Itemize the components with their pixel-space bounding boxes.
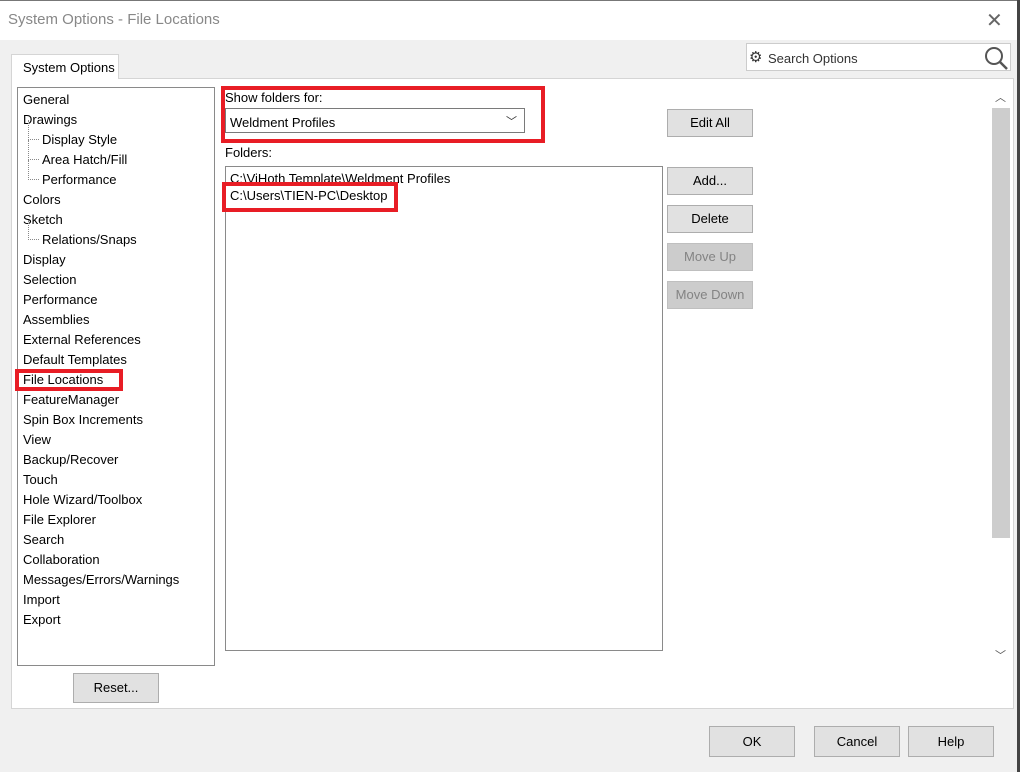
tree-item-import[interactable]: Import — [23, 592, 60, 607]
tree-item-colors[interactable]: Colors — [23, 192, 61, 207]
tree-item-display-style[interactable]: Display Style — [27, 120, 117, 147]
folders-list[interactable]: C:\ViHoth Template\Weldment Profiles C:\… — [225, 166, 663, 651]
window-title: System Options - File Locations — [8, 11, 220, 28]
scroll-down-icon[interactable]: ﹀ — [995, 647, 1006, 663]
show-folders-label: Show folders for: — [225, 90, 323, 105]
tree-item-display[interactable]: Display — [23, 252, 66, 267]
chevron-down-icon: ﹀ — [506, 116, 517, 128]
tree-item-backup-recover[interactable]: Backup/Recover — [23, 452, 118, 467]
gear-icon: ⚙ — [749, 49, 763, 66]
close-icon[interactable]: ✕ — [986, 8, 1003, 33]
cancel-button[interactable]: Cancel — [814, 726, 900, 757]
show-folders-value: Weldment Profiles — [230, 115, 336, 130]
tree-item-file-locations[interactable]: File Locations — [23, 372, 103, 387]
add-button[interactable]: Add... — [667, 167, 753, 195]
search-placeholder: Search Options — [768, 51, 858, 66]
tree-item-featuremanager[interactable]: FeatureManager — [23, 392, 119, 407]
folder-item[interactable]: C:\Users\TIEN-PC\Desktop — [230, 188, 387, 203]
tree-item-search[interactable]: Search — [23, 532, 64, 547]
tree-item-selection[interactable]: Selection — [23, 272, 76, 287]
vertical-scrollbar[interactable]: ︿ ﹀ — [992, 87, 1010, 666]
tree-item-export[interactable]: Export — [23, 612, 61, 627]
tree-item-hole-wizard[interactable]: Hole Wizard/Toolbox — [23, 492, 142, 507]
folders-label: Folders: — [225, 145, 272, 160]
reset-button[interactable]: Reset... — [73, 673, 159, 703]
delete-button[interactable]: Delete — [667, 205, 753, 233]
move-up-button[interactable]: Move Up — [667, 243, 753, 271]
show-folders-dropdown[interactable]: Weldment Profiles ﹀ — [225, 108, 525, 133]
tree-item-drawings-performance[interactable]: Performance — [27, 160, 116, 187]
ok-button[interactable]: OK — [709, 726, 795, 757]
tree-item-view[interactable]: View — [23, 432, 51, 447]
tree-item-collaboration[interactable]: Collaboration — [23, 552, 100, 567]
tree-item-touch[interactable]: Touch — [23, 472, 58, 487]
search-icon[interactable] — [983, 44, 1009, 70]
edit-all-button[interactable]: Edit All — [667, 109, 753, 137]
move-down-button[interactable]: Move Down — [667, 281, 753, 309]
tree-item-performance[interactable]: Performance — [23, 292, 97, 307]
search-options-input[interactable]: ⚙ Search Options — [746, 43, 1011, 71]
tree-item-area-hatch[interactable]: Area Hatch/Fill — [27, 140, 127, 167]
help-button[interactable]: Help — [908, 726, 994, 757]
tab-system-options[interactable]: System Options — [11, 54, 119, 79]
tree-item-file-explorer[interactable]: File Explorer — [23, 512, 96, 527]
scroll-up-icon[interactable]: ︿ — [995, 89, 1006, 105]
tree-item-general[interactable]: General — [23, 92, 69, 107]
options-tree: General Drawings Display Style Area Hatc… — [17, 87, 215, 666]
tree-item-messages[interactable]: Messages/Errors/Warnings — [23, 572, 179, 587]
scroll-thumb[interactable] — [992, 108, 1010, 538]
tree-item-external-references[interactable]: External References — [23, 332, 141, 347]
tree-item-default-templates[interactable]: Default Templates — [23, 352, 127, 367]
folder-item[interactable]: C:\ViHoth Template\Weldment Profiles — [230, 171, 450, 186]
tree-item-assemblies[interactable]: Assemblies — [23, 312, 89, 327]
tree-item-spin-box-increments[interactable]: Spin Box Increments — [23, 412, 143, 427]
tree-item-relations-snaps[interactable]: Relations/Snaps — [28, 220, 137, 247]
